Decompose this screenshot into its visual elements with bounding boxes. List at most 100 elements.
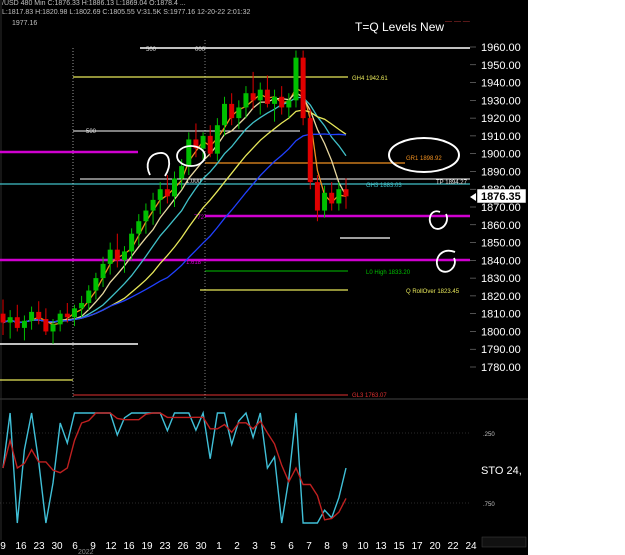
candle-body <box>21 320 27 328</box>
gh3-label: GH3 1883.03 <box>366 183 402 189</box>
date-tick-label: 10 <box>357 541 369 552</box>
candle-body <box>86 290 92 303</box>
fib-500-mid-label: 500 <box>86 129 97 135</box>
price-tick-label: 1950.00 <box>481 60 521 72</box>
date-tick-label: 23 <box>159 541 171 552</box>
date-tick-label: 30 <box>195 541 207 552</box>
candle-body <box>222 103 228 126</box>
price-tick-label: 1900.00 <box>481 149 521 161</box>
candle-body <box>14 317 20 328</box>
date-tick-label: 6 <box>288 541 294 552</box>
price-tick-label: 1960.00 <box>481 42 521 54</box>
date-tick-label: 22 <box>447 541 459 552</box>
candle-body <box>50 324 56 332</box>
date-tick-label: 3 <box>252 541 258 552</box>
candle-body <box>336 189 342 204</box>
chart-background <box>0 0 528 555</box>
gh4-label: GH4 1942.61 <box>352 76 388 82</box>
right-level-label: TP 1894.27 <box>436 180 468 186</box>
price-tick-label: 1810.00 <box>481 309 521 321</box>
candle-body <box>71 308 77 318</box>
date-tick-label: 13 <box>375 541 387 552</box>
date-tick-label: 24 <box>465 541 477 552</box>
candle-body <box>114 249 120 261</box>
price-tick-label: 1800.00 <box>481 326 521 338</box>
candle-body <box>243 93 249 108</box>
candle-body <box>329 192 335 204</box>
date-tick-label: 26 <box>177 541 189 552</box>
price-tick-label: 1930.00 <box>481 95 521 107</box>
candle-body <box>172 178 177 197</box>
date-tick-label: 1 <box>216 541 222 552</box>
candle-body <box>272 96 278 104</box>
candle-body <box>322 192 328 211</box>
candle-body <box>286 100 292 108</box>
date-tick-label: 9 <box>0 541 6 552</box>
price-tick-label: 1830.00 <box>481 273 521 285</box>
candle-body <box>236 107 242 119</box>
price-tick-label: 1870.00 <box>481 202 521 214</box>
candle-body <box>229 103 235 119</box>
candle-body <box>250 93 256 101</box>
candle-body <box>264 89 270 104</box>
candle-body <box>200 135 206 149</box>
price-tick-label: 1820.00 <box>481 291 521 303</box>
candle-body <box>279 96 285 108</box>
price-tick-label: 1910.00 <box>481 131 521 143</box>
candle-body <box>121 251 127 261</box>
candle-body <box>36 311 42 319</box>
rollover-label: Q RollOver 1823.45 <box>406 289 460 295</box>
candle-body <box>300 57 306 119</box>
price-tick-label: 1850.00 <box>481 238 521 250</box>
header-marker: 1977.16 <box>12 20 37 27</box>
date-tick-label: 16 <box>15 541 27 552</box>
fib-500-top-label: 500 <box>146 47 157 53</box>
candle-body <box>136 221 142 234</box>
candle-body <box>57 313 63 325</box>
price-tick-label: 1920.00 <box>481 113 521 125</box>
candle-body <box>157 189 163 200</box>
gr1-label: GR1 1898.92 <box>406 156 442 162</box>
date-tick-label: 7 <box>306 541 312 552</box>
candle-body <box>257 89 263 101</box>
candle-body <box>179 166 185 179</box>
candle-body <box>314 182 320 211</box>
date-tick-label: 8 <box>324 541 330 552</box>
chart-title: T=Q Levels New <box>355 20 444 34</box>
osc-level-750-label: .750 <box>483 502 495 508</box>
fib-1618-label: 1.618 <box>186 260 202 266</box>
last-price-label: 1876.35 <box>481 191 521 203</box>
date-tick-label: 2 <box>234 541 240 552</box>
osc-label: STO 24, <box>481 465 522 477</box>
candle-body <box>343 189 349 197</box>
date-tick-label: 23 <box>33 541 45 552</box>
pane-divider <box>0 398 528 400</box>
gl3-label: GL3 1763.07 <box>352 393 387 399</box>
candle-body <box>293 57 299 101</box>
candle-body <box>186 139 192 167</box>
date-tick-label: 19 <box>141 541 153 552</box>
osc-level-250-label: .250 <box>483 432 495 438</box>
candle-body <box>107 249 113 264</box>
fib-000-label: 000 <box>195 47 206 53</box>
price-tick-label: 1860.00 <box>481 220 521 232</box>
candle-body <box>79 303 85 309</box>
price-tick-label: 1840.00 <box>481 255 521 267</box>
candle-body <box>150 199 156 211</box>
date-tick-label: 15 <box>393 541 405 552</box>
candle-body <box>307 118 313 183</box>
price-tick-label: 1780.00 <box>481 362 521 374</box>
candle-body <box>214 125 220 154</box>
price-tick-label: 1790.00 <box>481 344 521 356</box>
candle-body <box>129 233 135 252</box>
candle-body <box>164 189 170 197</box>
scroll-control[interactable] <box>481 536 527 548</box>
date-tick-label: 17 <box>411 541 423 552</box>
date-tick-label: 16 <box>123 541 135 552</box>
candle-body <box>43 319 49 332</box>
candle-body <box>64 313 70 318</box>
date-axis-year: 2022 <box>78 549 94 555</box>
top-right-red-label: — — — <box>445 18 470 25</box>
date-tick-label: 5 <box>270 541 276 552</box>
l0-high-label: L0 High 1833.20 <box>366 270 411 276</box>
